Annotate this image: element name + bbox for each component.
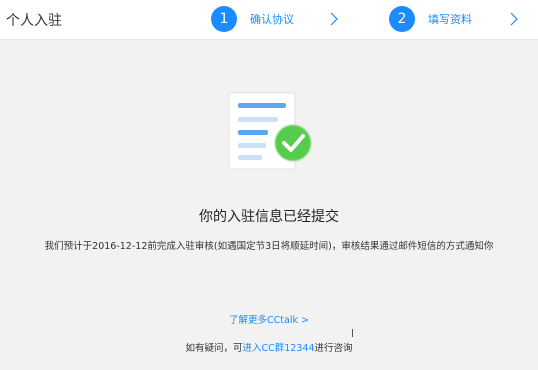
submission-title: 你的入驻信息已经提交	[199, 209, 339, 225]
step-fill-info[interactable]: 2 填写资料	[389, 6, 472, 32]
header-bar: 个人入驻 1 确认协议 2 填写资料	[0, 0, 538, 40]
document-submitted-icon	[228, 92, 312, 170]
review-description: 我们预计于2016-12-12前完成入驻审核(如遇国定节3日将顺延时间)，审核结…	[44, 241, 494, 252]
text-cursor	[352, 329, 353, 337]
chevron-right-icon	[510, 12, 518, 26]
help-prefix: 如有疑问，可	[185, 343, 243, 354]
step-label-2: 填写资料	[428, 13, 472, 26]
step-confirm-agreement[interactable]: 1 确认协议	[211, 6, 294, 32]
learn-more-link[interactable]: 了解更多CCtalk >	[0, 312, 538, 326]
step-number-1: 1	[211, 6, 237, 32]
help-suffix: 进行咨询	[314, 343, 353, 354]
page-title: 个人入驻	[6, 13, 62, 29]
join-cc-group-link[interactable]: 进入CC群12344	[243, 343, 315, 354]
step-number-2: 2	[389, 6, 415, 32]
help-text: 如有疑问，可进入CC群12344进行咨询	[0, 340, 538, 354]
chevron-right-icon	[330, 12, 338, 26]
step-label-1: 确认协议	[250, 13, 294, 26]
